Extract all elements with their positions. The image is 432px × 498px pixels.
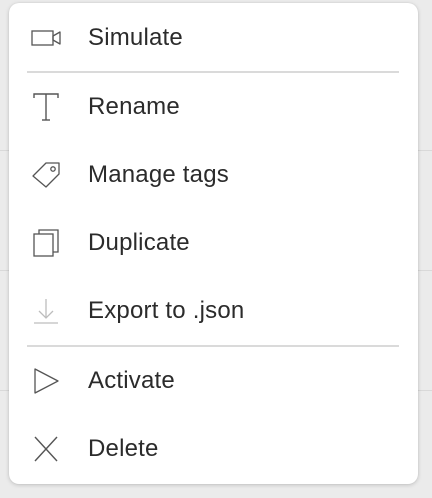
menu-item-simulate[interactable]: Simulate	[9, 4, 418, 72]
video-camera-icon	[29, 21, 63, 55]
menu-item-manage-tags[interactable]: Manage tags	[9, 141, 418, 209]
menu-item-duplicate[interactable]: Duplicate	[9, 209, 418, 277]
menu-item-label: Simulate	[88, 24, 183, 51]
menu-item-label: Activate	[88, 367, 175, 394]
context-menu: Simulate Rename Manage tags Duplicate Ex…	[9, 3, 418, 484]
duplicate-icon	[29, 226, 63, 260]
menu-item-export-json[interactable]: Export to .json	[9, 277, 418, 345]
menu-item-rename[interactable]: Rename	[9, 73, 418, 141]
menu-item-label: Rename	[88, 93, 180, 120]
menu-item-delete[interactable]: Delete	[9, 415, 418, 483]
menu-item-activate[interactable]: Activate	[9, 347, 418, 415]
play-icon	[29, 364, 63, 398]
text-icon	[29, 90, 63, 124]
menu-item-label: Export to .json	[88, 297, 245, 324]
menu-item-label: Delete	[88, 435, 159, 462]
download-icon	[29, 294, 63, 328]
tag-icon	[29, 158, 63, 192]
close-icon	[29, 432, 63, 466]
menu-item-label: Duplicate	[88, 229, 190, 256]
menu-item-label: Manage tags	[88, 161, 229, 188]
